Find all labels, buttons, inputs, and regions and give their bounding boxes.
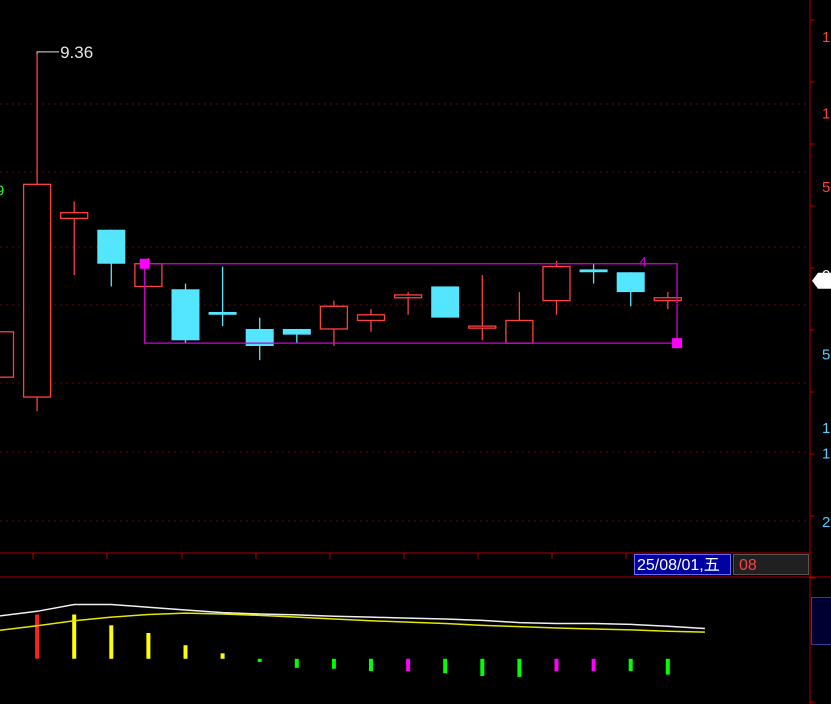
axis-tick-label: 2: [822, 514, 830, 531]
candle-body: [579, 269, 608, 273]
candle-body: [616, 272, 645, 293]
candle-body: [171, 289, 200, 341]
crosshair-date-label: 25/08/01,五: [634, 554, 731, 575]
selection-handle-end: [672, 338, 683, 349]
candle-body: [97, 229, 126, 264]
candle-body: [356, 314, 386, 322]
axis-tick-label: 1: [822, 446, 830, 463]
indicator-line-white: [0, 603, 705, 630]
high-annotation-leader: [36, 51, 60, 54]
candle-body: [0, 331, 15, 378]
candle-body: [319, 305, 349, 330]
candle-body: [468, 325, 497, 329]
high-annotation-value: 9.36: [60, 43, 93, 62]
right-price-axis: 110505112: [812, 29, 831, 531]
selection-handle-start: [139, 258, 150, 269]
candle-body: [393, 294, 423, 299]
candle-body: [505, 319, 534, 344]
grid-lines: [0, 0, 831, 704]
axis-tick-label: 1: [822, 29, 830, 46]
axis-tick-label: 1: [822, 420, 830, 437]
candlestick-series: [0, 53, 682, 412]
candle-body: [542, 265, 571, 302]
selection-box[interactable]: 4: [139, 254, 683, 349]
indicator-line-yellow: [0, 612, 705, 633]
candle-body: [22, 183, 52, 398]
candle-body: [60, 212, 89, 220]
current-price-arrow: [812, 272, 831, 289]
chart-canvas[interactable]: 9.369 4 110505112: [0, 0, 831, 704]
axis-tick-label: 5: [822, 179, 830, 196]
left-edge-label: 9: [0, 183, 4, 200]
candle-body: [208, 311, 237, 315]
candle-body: [282, 328, 311, 335]
indicator-value-box: [811, 597, 831, 645]
axis-tick-label: 10: [822, 105, 831, 122]
high-annotation: 9.36 9: [0, 43, 93, 200]
crosshair-price-label: 08: [733, 554, 809, 575]
selection-label: 4: [639, 254, 647, 270]
indicator-panel: [0, 603, 705, 677]
selection-rect: [144, 263, 678, 344]
candle-body: [431, 286, 460, 318]
axis-tick-label: 5: [822, 346, 830, 363]
